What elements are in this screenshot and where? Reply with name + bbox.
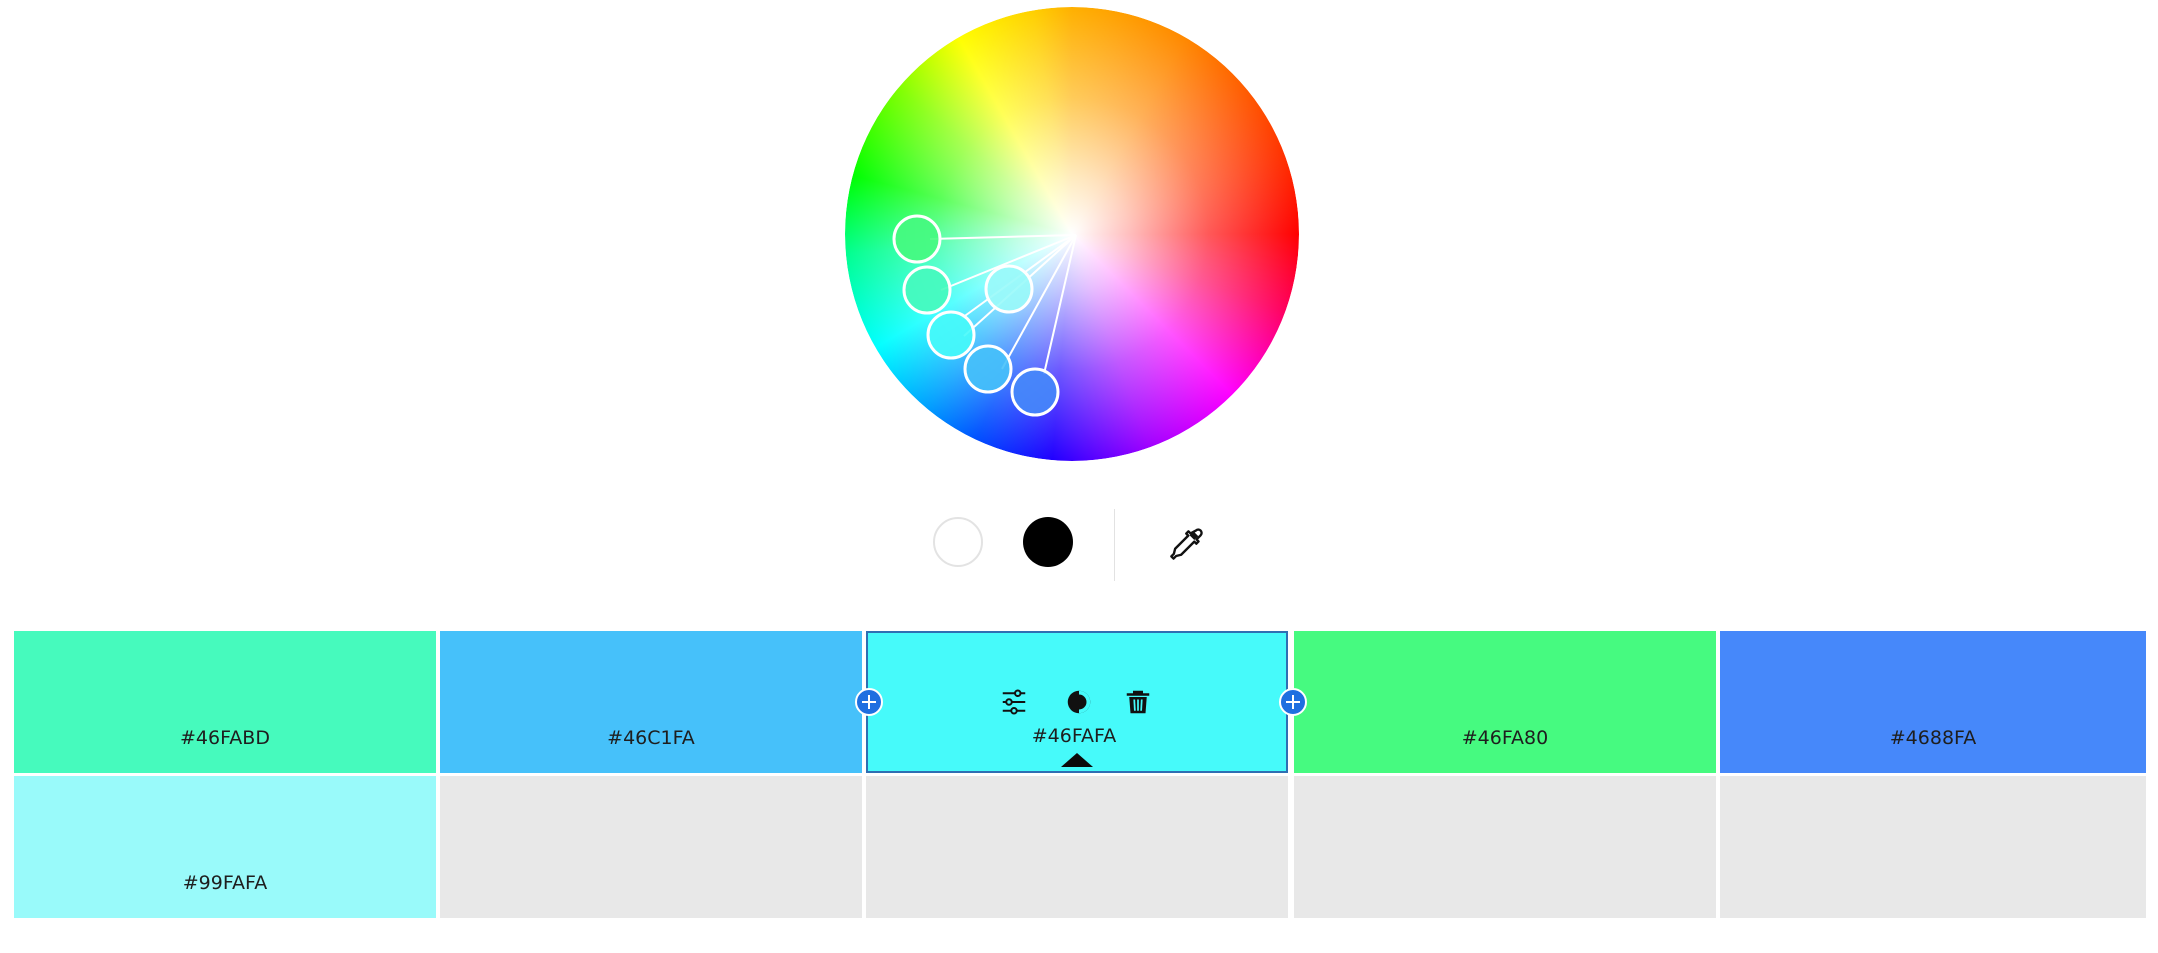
trash-icon[interactable] (1123, 687, 1153, 717)
swatch-hex-label: #99FAFA (182, 872, 268, 894)
color-handle-1[interactable] (892, 214, 942, 264)
toolbar-divider (1114, 509, 1115, 581)
eyedropper-icon[interactable] (1165, 525, 1203, 563)
empty-swatch-slot (866, 776, 1288, 918)
swatch-tools (868, 687, 1286, 717)
swatch-6[interactable]: #99FAFA (14, 776, 436, 918)
swatch-hex-label: #46FAFA (1031, 725, 1117, 747)
color-handle-6[interactable] (1010, 367, 1060, 417)
empty-swatch-slot (440, 776, 862, 918)
sliders-icon[interactable] (999, 687, 1029, 717)
swatch-3-selected[interactable]: #46FAFA (866, 631, 1288, 773)
color-wheel-handles (892, 214, 1077, 417)
swatch-5[interactable]: #4688FA (1720, 631, 2146, 773)
white-color-button[interactable] (933, 517, 983, 567)
color-handle-3[interactable] (984, 264, 1034, 314)
caret-up-icon (1061, 753, 1093, 767)
empty-swatch-slot (1720, 776, 2146, 918)
swatch-4[interactable]: #46FA80 (1294, 631, 1716, 773)
add-color-right-button[interactable] (1279, 688, 1307, 716)
black-color-button[interactable] (1023, 517, 1073, 567)
add-color-left-button[interactable] (855, 688, 883, 716)
swatch-hex-label: #4688FA (1889, 727, 1977, 749)
color-handle-2[interactable] (902, 265, 952, 315)
swatch-hex-label: #46C1FA (607, 727, 695, 749)
empty-swatch-slot (1294, 776, 1716, 918)
contrast-icon[interactable] (1064, 687, 1094, 717)
swatch-hex-label: #46FABD (180, 727, 270, 749)
swatch-2[interactable]: #46C1FA (440, 631, 862, 773)
swatch-hex-label: #46FA80 (1461, 727, 1549, 749)
color-handle-5[interactable] (963, 344, 1013, 394)
color-handle-4[interactable] (926, 310, 976, 360)
swatch-1[interactable]: #46FABD (14, 631, 436, 773)
